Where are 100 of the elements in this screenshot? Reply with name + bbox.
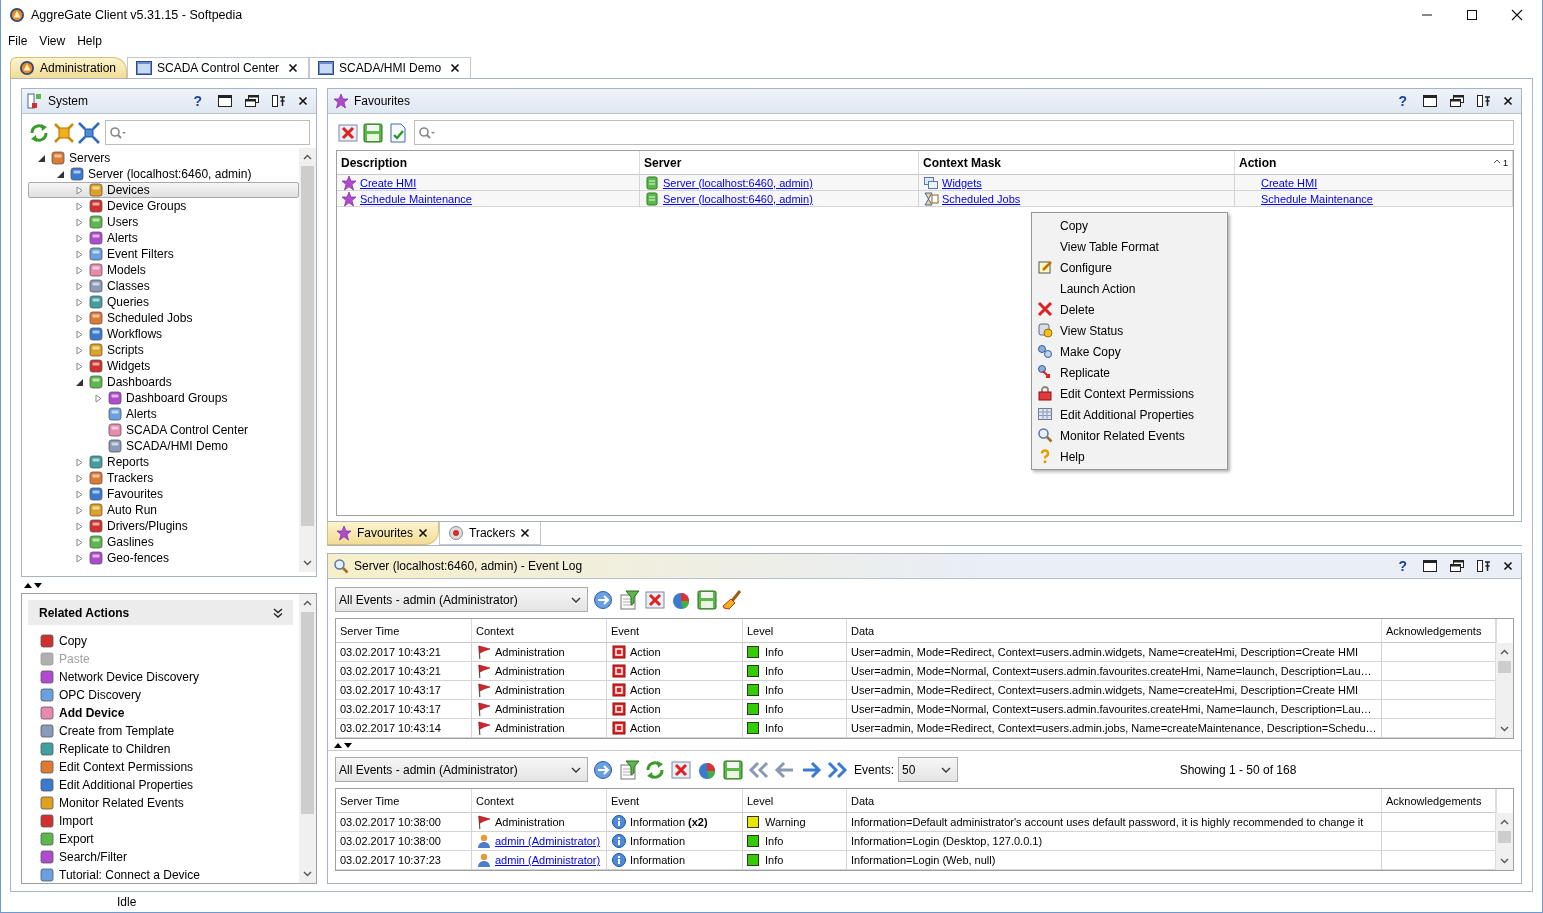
column-header[interactable]: Context Mask	[923, 155, 1002, 170]
close-icon[interactable]	[1503, 561, 1513, 571]
tree-item[interactable]: Event Filters	[28, 246, 299, 262]
column-header[interactable]: Event	[611, 794, 640, 807]
maximize-icon[interactable]	[1422, 94, 1438, 108]
filter-dropdown[interactable]: All Events - admin (Administrator)	[335, 587, 588, 612]
menu-item[interactable]: Make Copy	[1032, 341, 1227, 362]
collapse-icon[interactable]	[78, 121, 100, 144]
tree-item[interactable]: Models	[28, 262, 299, 278]
splitter-arrows-icon[interactable]	[23, 581, 43, 589]
maximize-icon[interactable]	[1466, 9, 1478, 21]
menu-item[interactable]: Help	[71, 34, 108, 48]
tab[interactable]: Trackers	[439, 522, 542, 545]
pin-icon[interactable]	[1476, 559, 1492, 573]
column-header[interactable]: Data	[851, 624, 875, 637]
tree-item[interactable]: Drivers/Plugins	[28, 518, 299, 534]
menu-item[interactable]: Copy	[1032, 215, 1227, 236]
action-link[interactable]: Copy	[59, 634, 87, 648]
close-icon[interactable]	[288, 63, 299, 73]
filter-dropdown[interactable]: All Events - admin (Administrator)	[335, 757, 588, 782]
expander-icon[interactable]	[55, 169, 65, 179]
column-header[interactable]: Context	[476, 624, 514, 637]
tree-item[interactable]: Device Groups	[28, 198, 299, 214]
refresh-icon[interactable]	[644, 758, 666, 781]
menu-item[interactable]: Monitor Related Events	[1032, 425, 1227, 446]
expander-icon[interactable]	[36, 153, 46, 163]
tree-item[interactable]: Favourites	[28, 486, 299, 502]
column-header[interactable]: Context	[476, 794, 514, 807]
delete-icon[interactable]	[670, 758, 692, 781]
tree-item[interactable]: Classes	[28, 278, 299, 294]
search-field[interactable]	[414, 120, 1514, 145]
column-header[interactable]: Server Time	[340, 794, 400, 807]
column-header[interactable]: Data	[851, 794, 875, 807]
action-link[interactable]: Search/Filter	[59, 850, 128, 864]
double-chevron-icon[interactable]	[273, 607, 283, 618]
column-header[interactable]: Event	[611, 624, 640, 637]
close-icon[interactable]	[520, 528, 531, 538]
tree-item[interactable]: Workflows	[28, 326, 299, 342]
save-icon[interactable]	[362, 121, 384, 144]
column-header[interactable]: Acknowledgements	[1386, 794, 1482, 807]
restore-icon[interactable]	[1449, 559, 1465, 573]
menu-item[interactable]: View	[33, 34, 72, 48]
menu-item[interactable]: View Table Format	[1032, 236, 1227, 257]
action-link[interactable]: Create HMI	[1261, 176, 1318, 189]
close-icon[interactable]	[298, 96, 308, 106]
action-link[interactable]: Create from Template	[59, 724, 175, 738]
menu-item[interactable]: Launch Action	[1032, 278, 1227, 299]
action-link[interactable]: Add Device	[59, 706, 125, 720]
delete-icon[interactable]	[337, 121, 359, 144]
action-link[interactable]: Edit Additional Properties	[59, 778, 194, 792]
filter-icon[interactable]	[618, 588, 640, 611]
action-link[interactable]: OPC Discovery	[59, 688, 141, 702]
tree-item[interactable]: Alerts	[28, 230, 299, 246]
restore-icon[interactable]	[244, 94, 260, 108]
column-header[interactable]: Acknowledgements	[1386, 624, 1482, 637]
action-link[interactable]: Import	[59, 814, 93, 828]
tab[interactable]: Favourites	[327, 522, 440, 545]
pin-icon[interactable]	[1476, 94, 1492, 108]
action-link[interactable]: Monitor Related Events	[59, 796, 184, 810]
tab[interactable]: SCADA Control Center	[127, 57, 310, 78]
action-link[interactable]: Edit Context Permissions	[59, 760, 194, 774]
context-link[interactable]: Widgets	[942, 176, 982, 189]
scroll-thumb[interactable]	[301, 166, 314, 526]
action-link[interactable]: Tutorial: Connect a Device	[59, 868, 200, 882]
help-button[interactable]: ?	[193, 93, 202, 109]
tree-item[interactable]: Alerts	[28, 406, 299, 422]
close-icon[interactable]	[418, 528, 429, 538]
refresh-icon[interactable]	[28, 121, 50, 144]
tree-item[interactable]: Dashboard Groups	[28, 390, 299, 406]
scroll-thumb[interactable]	[1498, 661, 1511, 673]
pin-icon[interactable]	[271, 94, 287, 108]
restore-icon[interactable]	[1449, 94, 1465, 108]
menu-item[interactable]: Edit Additional Properties	[1032, 404, 1227, 425]
tree-item[interactable]: Queries	[28, 294, 299, 310]
save-icon[interactable]	[696, 588, 718, 611]
page-size-dropdown[interactable]: 50	[898, 757, 959, 782]
scroll-thumb[interactable]	[301, 612, 314, 815]
description-link[interactable]: Create HMI	[360, 176, 417, 189]
brush-icon[interactable]	[722, 588, 744, 611]
tree-item[interactable]: Geo-fences	[28, 550, 299, 566]
tree-item[interactable]: Auto Run	[28, 502, 299, 518]
tree-item[interactable]: Devices	[28, 182, 299, 198]
tree-item[interactable]: Dashboards	[28, 374, 299, 390]
scroll-thumb[interactable]	[1498, 831, 1511, 843]
action-link[interactable]: Network Device Discovery	[59, 670, 200, 684]
document-icon[interactable]	[387, 121, 409, 144]
tree-item[interactable]: Reports	[28, 454, 299, 470]
context-link[interactable]: admin (Administrator)	[495, 854, 601, 866]
column-header[interactable]: Server Time	[340, 624, 400, 637]
tree-item[interactable]: Users	[28, 214, 299, 230]
column-header[interactable]: Description	[341, 155, 407, 170]
column-header[interactable]: Server	[644, 155, 682, 170]
search-field[interactable]	[105, 120, 310, 145]
go-icon[interactable]	[592, 758, 614, 781]
action-link[interactable]: Export	[59, 832, 94, 846]
save-icon[interactable]	[722, 758, 744, 781]
column-header[interactable]: Action	[1239, 155, 1277, 170]
menu-item[interactable]: View Status	[1032, 320, 1227, 341]
close-icon[interactable]	[1511, 9, 1523, 21]
delete-icon[interactable]	[644, 588, 666, 611]
